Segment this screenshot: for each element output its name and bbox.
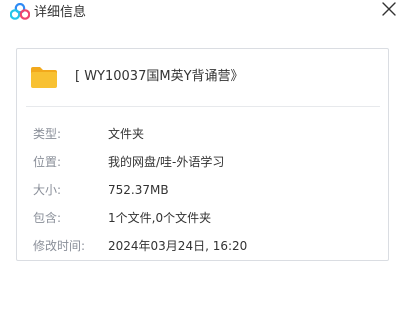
detail-value: 752.37MB bbox=[108, 183, 169, 197]
divider bbox=[26, 106, 380, 107]
detail-label: 位置: bbox=[33, 155, 62, 169]
detail-value: 1个文件,0个文件夹 bbox=[108, 211, 212, 225]
detail-label: 大小: bbox=[33, 183, 62, 197]
detail-value: 文件夹 bbox=[108, 127, 145, 141]
detail-label: 类型: bbox=[33, 127, 62, 141]
detail-label: 修改时间: bbox=[33, 239, 86, 253]
baidu-netdisk-logo-icon bbox=[10, 3, 30, 20]
close-icon[interactable] bbox=[380, 0, 398, 18]
folder-icon bbox=[31, 67, 57, 88]
detail-value: 我的网盘/哇-外语学习 bbox=[108, 155, 225, 169]
detail-value: 2024年03月24日, 16:20 bbox=[108, 239, 248, 253]
detail-label: 包含: bbox=[33, 211, 62, 225]
window-title: 详细信息 bbox=[34, 5, 87, 20]
details-panel: [ WY10037国M英Y背诵营》 类型: 文件夹 位置: 我的网盘/哇-外语学… bbox=[16, 48, 389, 261]
title-bar: 详细信息 bbox=[0, 0, 405, 28]
item-name: [ WY10037国M英Y背诵营》 bbox=[75, 69, 244, 84]
